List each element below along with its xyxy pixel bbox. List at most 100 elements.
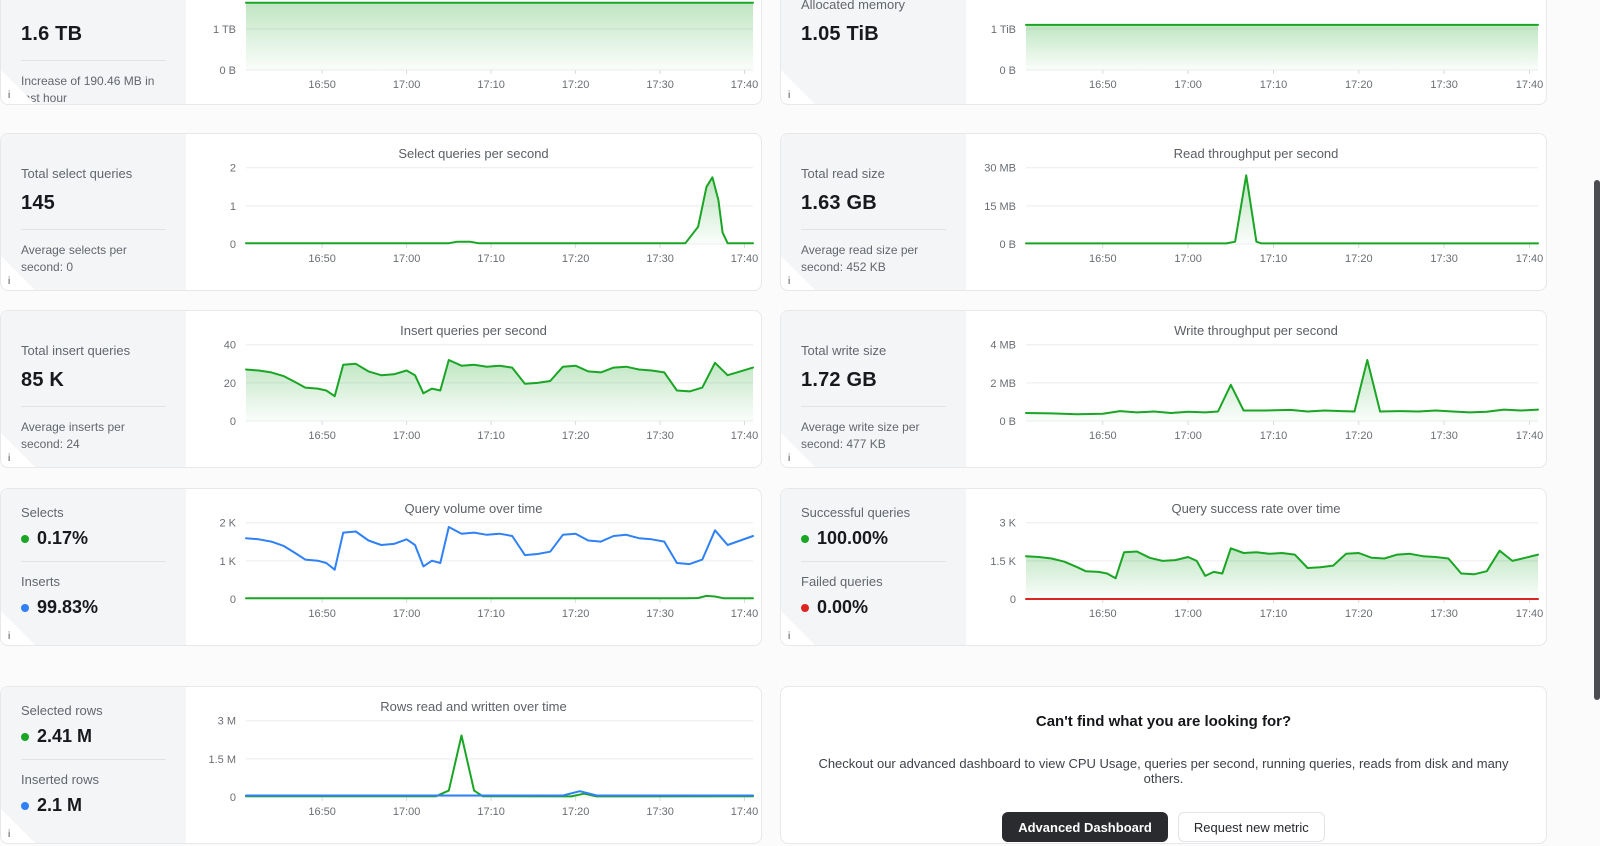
dashboard-row-5: Selected rows 2.41 M Inserted rows 2.1 M… <box>0 686 1547 844</box>
svg-text:17:00: 17:00 <box>393 79 421 91</box>
cta-heading: Can't find what you are looking for? <box>1035 713 1292 730</box>
svg-text:17:40: 17:40 <box>1516 79 1544 91</box>
stat-panel: Allocated memory 1.05 TiB i <box>781 0 966 104</box>
corner-fold <box>1 809 35 843</box>
info-icon[interactable]: i <box>8 90 10 101</box>
svg-text:16:50: 16:50 <box>308 806 336 818</box>
svg-text:17:40: 17:40 <box>731 608 759 620</box>
svg-text:17:30: 17:30 <box>646 79 674 91</box>
vertical-scrollbar-thumb[interactable] <box>1594 180 1600 700</box>
stat-title: Allocated memory <box>801 0 906 12</box>
svg-text:17:20: 17:20 <box>562 79 590 91</box>
stat-panel: Total insert queries 85 K Average insert… <box>1 311 186 467</box>
info-icon[interactable]: i <box>788 90 790 101</box>
svg-text:17:00: 17:00 <box>1174 430 1202 442</box>
svg-text:17:30: 17:30 <box>646 430 674 442</box>
chart-panel: Select queries per second 0 1 2 16:50 17:00 1… <box>186 134 761 290</box>
svg-text:0 B: 0 B <box>999 65 1016 77</box>
svg-text:16:50: 16:50 <box>308 608 336 620</box>
info-icon[interactable]: i <box>8 276 10 287</box>
info-icon[interactable]: i <box>788 453 790 464</box>
metric-card-read-size: Total read size 1.63 GB Average read siz… <box>780 133 1547 291</box>
svg-text:2: 2 <box>230 163 236 175</box>
corner-fold <box>781 611 815 645</box>
query-success-chart: 0 1.5 K 3 K 16:50 17:00 17:10 17:20 17:30 17:40 <box>966 489 1546 645</box>
svg-text:17:30: 17:30 <box>646 253 674 265</box>
chart-panel: 0 B 1 TB 16:50 17:00 17:10 17:20 17:30 17:40 <box>186 0 761 104</box>
svg-text:15 MB: 15 MB <box>984 201 1016 213</box>
divider <box>801 561 946 562</box>
svg-text:17:20: 17:20 <box>562 806 590 818</box>
svg-text:1.5 K: 1.5 K <box>990 556 1016 568</box>
svg-text:16:50: 16:50 <box>308 79 336 91</box>
stat-value: 0.00% <box>817 597 869 617</box>
divider <box>21 406 166 407</box>
svg-text:17:00: 17:00 <box>393 806 421 818</box>
svg-text:17:40: 17:40 <box>1516 608 1544 620</box>
svg-text:17:10: 17:10 <box>477 253 505 265</box>
svg-text:1 TB: 1 TB <box>213 24 236 36</box>
svg-text:17:40: 17:40 <box>1516 253 1544 265</box>
chart-panel: Write throughput per second 0 B2 MB 4 MB 1… <box>966 311 1546 467</box>
stat-panel: Successful queries 100.00% Failed querie… <box>781 489 966 645</box>
svg-text:0 B: 0 B <box>219 65 236 77</box>
svg-text:17:00: 17:00 <box>393 430 421 442</box>
stat-value: 99.83% <box>37 597 99 617</box>
info-icon[interactable]: i <box>8 631 10 642</box>
row-clipped-top: 1.6 TB Increase of 190.46 MB in last hou… <box>0 0 1600 105</box>
stat-value: 1.63 GB <box>801 192 877 214</box>
stat-value: 85 K <box>21 369 65 391</box>
svg-text:17:00: 17:00 <box>393 253 421 265</box>
svg-text:17:30: 17:30 <box>1430 253 1458 265</box>
stat-subtitle: Average selects per second: 0 <box>21 243 127 275</box>
stat-value-inserts: 99.83% <box>21 597 166 618</box>
read-throughput-chart: 0 B 15 MB 30 MB 16:50 17:00 17:10 17:20 17:30 17… <box>966 134 1546 290</box>
svg-text:30 MB: 30 MB <box>984 163 1016 175</box>
svg-text:16:50: 16:50 <box>308 430 336 442</box>
svg-text:1 K: 1 K <box>219 556 236 568</box>
corner-fold <box>1 256 35 290</box>
svg-text:16:50: 16:50 <box>308 253 336 265</box>
divider <box>21 229 166 230</box>
request-new-metric-button[interactable]: Request new metric <box>1177 812 1325 842</box>
svg-text:1.5 M: 1.5 M <box>208 754 236 766</box>
advanced-dashboard-button[interactable]: Advanced Dashboard <box>1002 812 1168 842</box>
stat-panel: Selected rows 2.41 M Inserted rows 2.1 M… <box>1 687 186 843</box>
svg-text:1: 1 <box>230 201 236 213</box>
stat-value: 2.1 M <box>37 795 83 815</box>
corner-fold <box>1 70 35 104</box>
stat-label-inserts: Inserts <box>21 574 61 589</box>
metric-card-insert-queries: Total insert queries 85 K Average insert… <box>0 310 762 468</box>
info-icon[interactable]: i <box>8 453 10 464</box>
stat-value-selects: 0.17% <box>21 528 166 549</box>
dashboard-row-1: 1.6 TB Increase of 190.46 MB in last hou… <box>0 0 1547 105</box>
svg-text:0: 0 <box>1010 594 1016 606</box>
dashboard-row-4: Selects 0.17% Inserts 99.83% i Query vol… <box>0 488 1547 646</box>
svg-text:17:10: 17:10 <box>1260 79 1288 91</box>
svg-text:17:00: 17:00 <box>1174 79 1202 91</box>
write-throughput-chart: 0 B 2 MB 4 MB 16:50 17:00 17:10 17:20 17:30 17:4… <box>966 311 1546 467</box>
stat-subtitle: Average write size per second: 477 KB <box>801 420 920 452</box>
metric-card-allocated-memory: Allocated memory 1.05 TiB i 0 B 1 TiB 16:5… <box>780 0 1547 105</box>
corner-fold <box>781 433 815 467</box>
cta-buttons: Advanced Dashboard Request new metric <box>1002 812 1325 842</box>
corner-fold <box>781 256 815 290</box>
dashboard-row-2: Total select queries 145 Average selects… <box>0 133 1547 291</box>
svg-text:0 B: 0 B <box>999 416 1016 428</box>
metric-card-query-success: Successful queries 100.00% Failed querie… <box>780 488 1547 646</box>
info-icon[interactable]: i <box>8 829 10 840</box>
svg-text:17:40: 17:40 <box>731 806 759 818</box>
info-icon[interactable]: i <box>788 276 790 287</box>
chart-panel: Rows read and written over time 0 1.5 M3 … <box>186 687 761 843</box>
stat-label-inserted-rows: Inserted rows <box>21 772 100 787</box>
svg-text:17:20: 17:20 <box>562 608 590 620</box>
svg-text:20: 20 <box>224 378 236 390</box>
chart-panel: Query volume over time 01 K2 K 16:50 17:00… <box>186 489 761 645</box>
svg-text:17:10: 17:10 <box>1260 253 1288 265</box>
stat-title: Total write size <box>801 343 887 358</box>
divider <box>801 229 946 230</box>
stat-value: 100.00% <box>817 528 889 548</box>
stat-value: 145 <box>21 192 55 214</box>
stat-panel: Total read size 1.63 GB Average read siz… <box>781 134 966 290</box>
info-icon[interactable]: i <box>788 631 790 642</box>
